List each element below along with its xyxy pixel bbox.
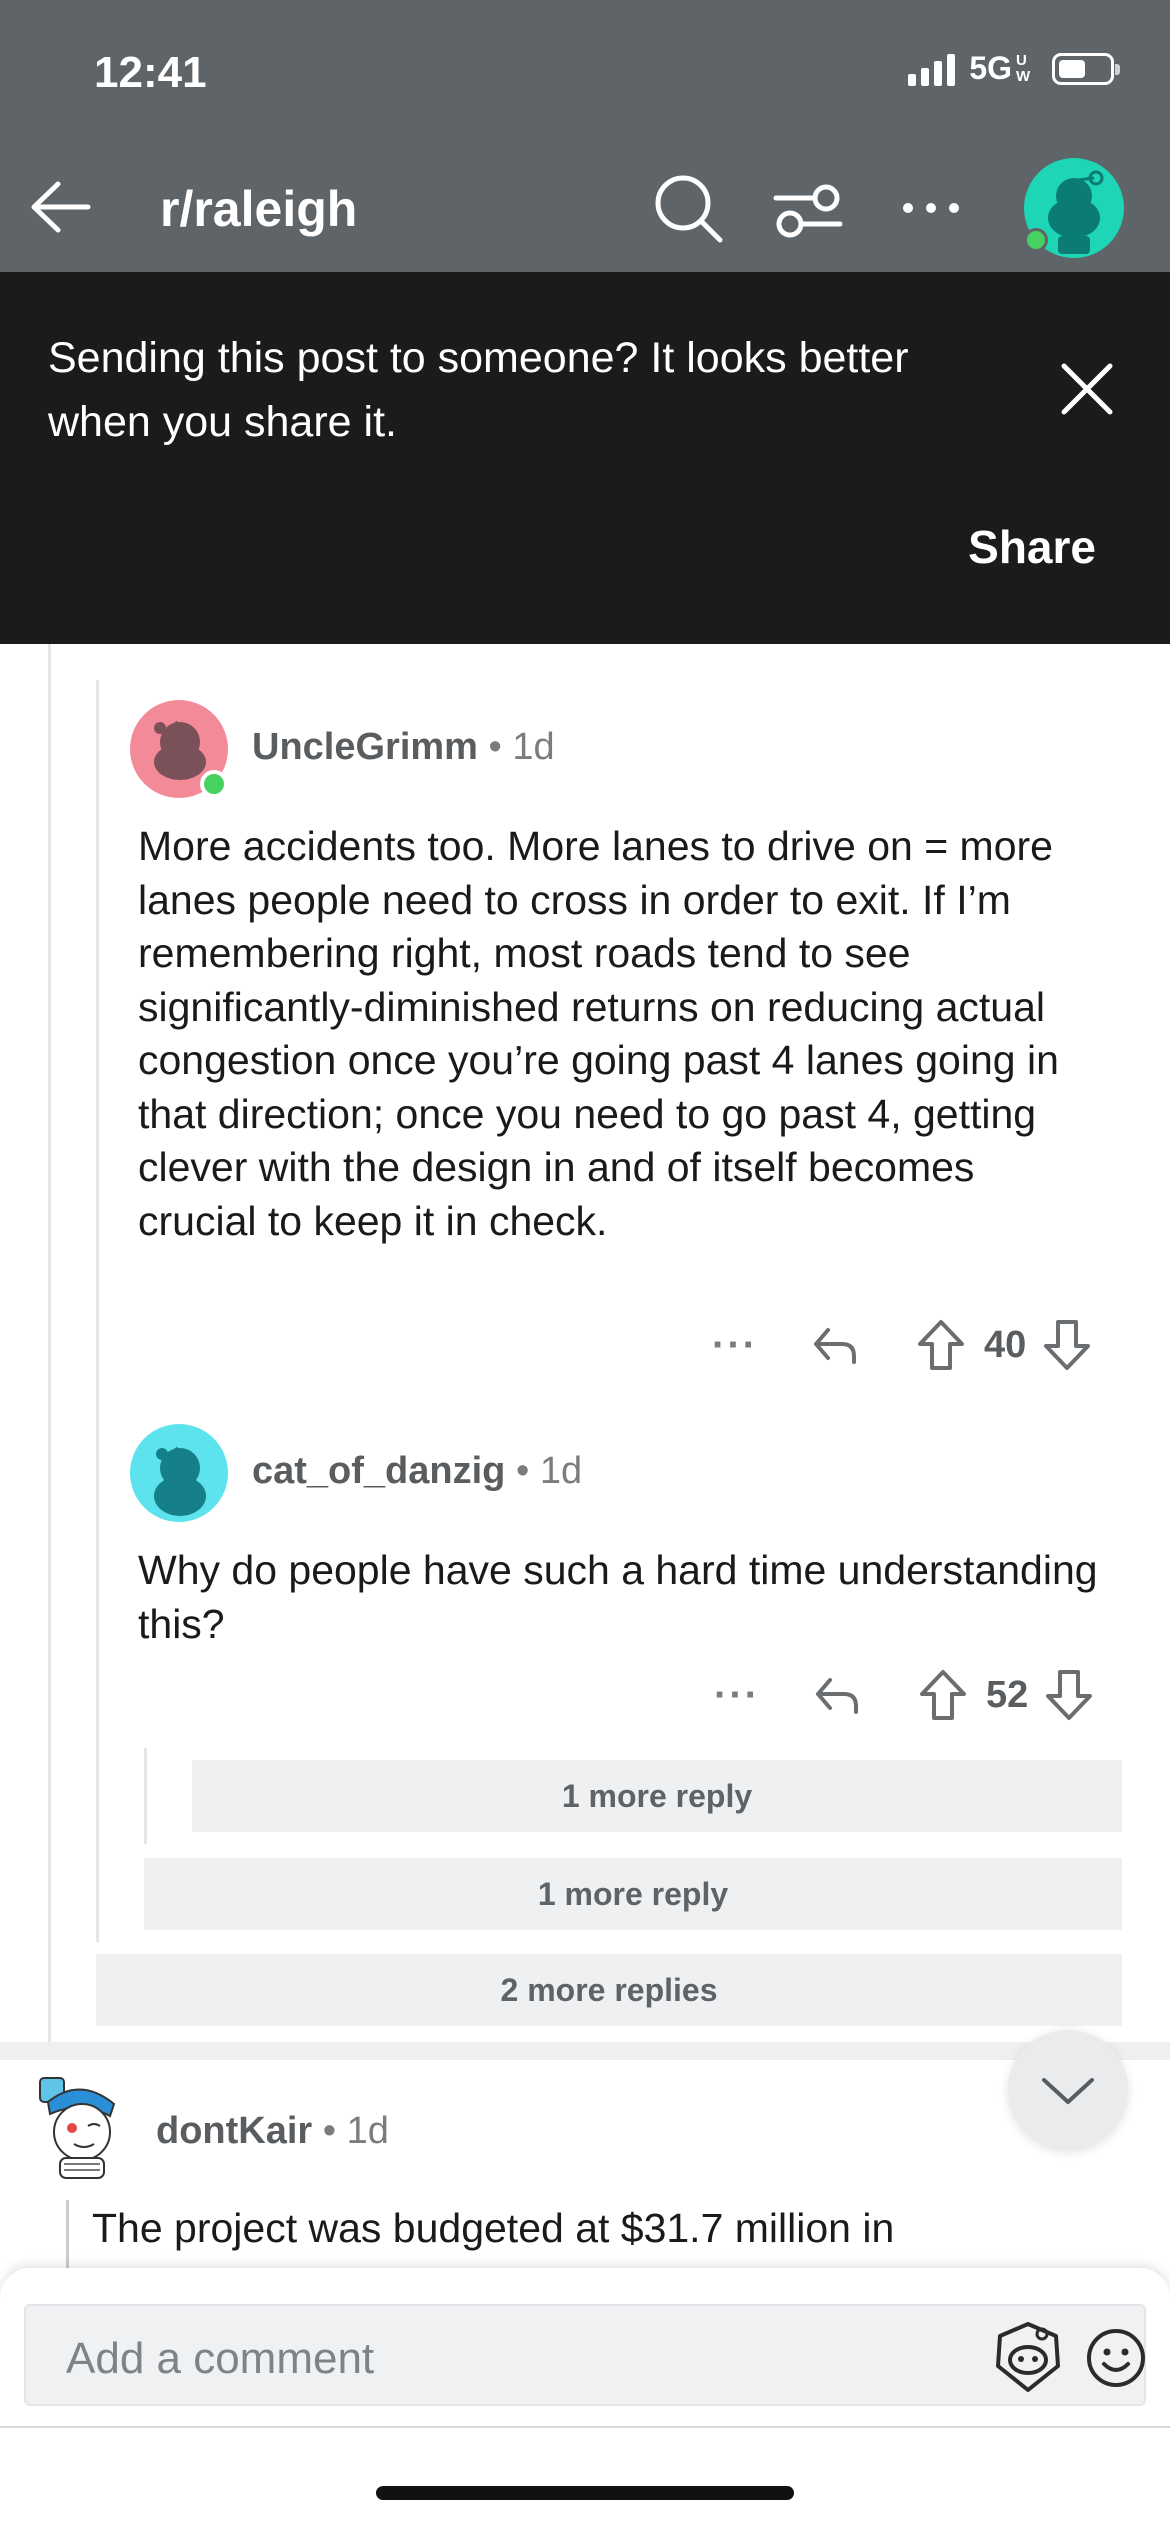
more-replies-button[interactable]: 1 more reply bbox=[144, 1858, 1122, 1930]
comment-body: More accidents too. More lanes to drive … bbox=[138, 823, 1059, 1244]
user-avatar-button[interactable] bbox=[1024, 158, 1124, 258]
vote-count: 40 bbox=[983, 1323, 1027, 1366]
search-icon bbox=[655, 175, 723, 243]
snoo-avatar-icon bbox=[39, 2077, 116, 2179]
filter-button[interactable] bbox=[770, 172, 846, 248]
top-bar: 12:41 5G UW r/raleigh bbox=[0, 0, 1170, 272]
back-button[interactable] bbox=[24, 170, 98, 244]
comment-meta: dontKair • 1d bbox=[156, 2110, 389, 2153]
more-options-button[interactable] bbox=[896, 178, 966, 238]
comment-actions: ··· 52 bbox=[714, 1668, 1094, 1722]
comment-body: Why do people have such a hard time unde… bbox=[138, 1547, 1098, 1647]
online-indicator bbox=[200, 770, 228, 798]
share-banner-message: Sending this post to someone? It looks b… bbox=[48, 334, 909, 446]
avatar[interactable] bbox=[34, 2070, 124, 2180]
close-icon bbox=[1061, 363, 1113, 415]
search-button[interactable] bbox=[650, 170, 726, 246]
comment-meta: cat_of_danzig • 1d bbox=[252, 1450, 582, 1493]
upvote-icon[interactable] bbox=[916, 1318, 966, 1372]
thread-line[interactable] bbox=[96, 680, 99, 1942]
meta-separator: • bbox=[515, 1450, 530, 1492]
comment-more-button[interactable]: ··· bbox=[712, 1323, 758, 1368]
status-indicators: 5G UW bbox=[908, 50, 1120, 87]
comment-actions: ··· 40 bbox=[712, 1318, 1092, 1372]
avatar[interactable] bbox=[130, 1424, 228, 1522]
emoji-icon[interactable] bbox=[1084, 2326, 1148, 2390]
status-time: 12:41 bbox=[94, 48, 207, 97]
meta-separator: • bbox=[322, 2110, 337, 2152]
downvote-icon[interactable] bbox=[1042, 1318, 1092, 1372]
avatar[interactable] bbox=[130, 700, 228, 798]
thread-line[interactable] bbox=[48, 644, 51, 2042]
thread-line[interactable] bbox=[144, 1748, 147, 1844]
home-indicator[interactable] bbox=[376, 2486, 794, 2500]
signal-icon bbox=[908, 52, 956, 86]
online-indicator bbox=[1024, 228, 1048, 252]
network-label: 5G bbox=[969, 50, 1012, 86]
comment-body: The project was budgeted at $31.7 millio… bbox=[92, 2205, 895, 2251]
comment-input-placeholder: Add a comment bbox=[66, 2334, 375, 2383]
more-icon bbox=[903, 203, 959, 213]
filter-icon bbox=[773, 184, 843, 238]
composer-divider bbox=[0, 2426, 1170, 2428]
chevron-down-icon bbox=[1042, 2078, 1094, 2104]
share-banner: Sending this post to someone? It looks b… bbox=[0, 272, 1170, 644]
network-suffix: UW bbox=[1016, 51, 1031, 85]
comment-author[interactable]: UncleGrimm bbox=[252, 726, 478, 768]
comment-author[interactable]: dontKair bbox=[156, 2110, 312, 2152]
comment-meta: UncleGrimm • 1d bbox=[252, 726, 555, 769]
back-arrow-icon bbox=[31, 181, 91, 233]
comment-more-button[interactable]: ··· bbox=[714, 1673, 760, 1718]
upvote-icon[interactable] bbox=[918, 1668, 968, 1722]
reply-icon[interactable] bbox=[812, 1670, 862, 1720]
banner-share-button[interactable]: Share bbox=[968, 520, 1096, 574]
meta-separator: • bbox=[488, 726, 502, 768]
subreddit-title[interactable]: r/raleigh bbox=[160, 180, 357, 238]
section-divider bbox=[0, 2042, 1170, 2060]
comment-age: 1d bbox=[539, 1450, 583, 1492]
downvote-icon[interactable] bbox=[1044, 1668, 1094, 1722]
comment-age: 1d bbox=[346, 2110, 389, 2152]
banner-close-button[interactable] bbox=[1052, 354, 1122, 424]
comment-author[interactable]: cat_of_danzig bbox=[252, 1450, 505, 1492]
comment-age: 1d bbox=[512, 726, 555, 768]
thread-line[interactable] bbox=[66, 2200, 69, 2268]
comment-input[interactable]: Add a comment bbox=[24, 2304, 1146, 2406]
battery-icon bbox=[1052, 52, 1120, 85]
snoo-avatar-icon bbox=[154, 1446, 206, 1516]
reply-icon[interactable] bbox=[810, 1320, 860, 1370]
vote-count: 52 bbox=[985, 1673, 1029, 1716]
more-replies-button[interactable]: 1 more reply bbox=[192, 1760, 1122, 1832]
more-replies-button[interactable]: 2 more replies bbox=[96, 1954, 1122, 2026]
snoo-icon[interactable] bbox=[988, 2318, 1068, 2398]
next-comment-button[interactable] bbox=[1008, 2030, 1128, 2150]
